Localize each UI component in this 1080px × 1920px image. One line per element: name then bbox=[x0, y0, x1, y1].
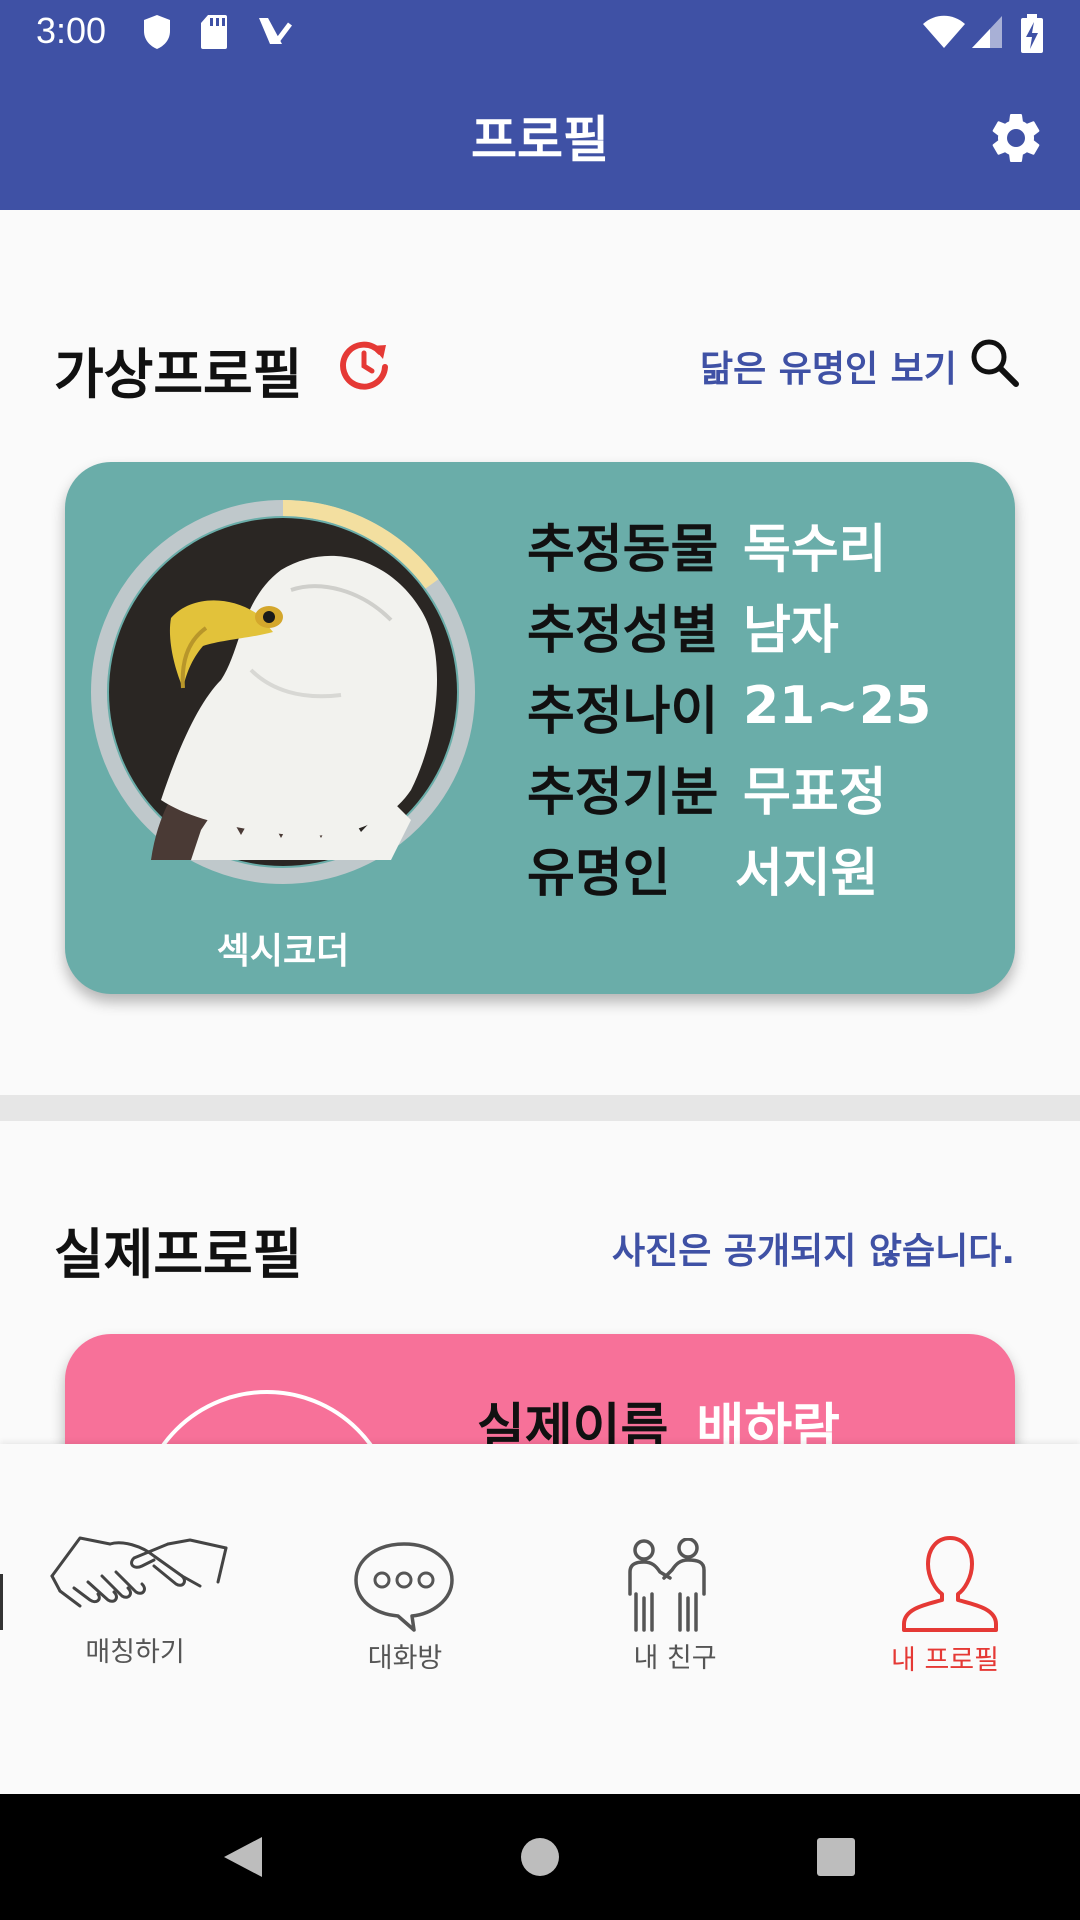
wifi-icon bbox=[923, 15, 965, 48]
task-check-icon bbox=[259, 18, 292, 44]
person-icon bbox=[902, 1536, 998, 1632]
status-bar: 3:00 bbox=[0, 0, 1080, 63]
status-time: 3:00 bbox=[36, 10, 107, 51]
chat-bubble-icon bbox=[354, 1542, 454, 1632]
info-row-gender: 추정성별 남자 bbox=[527, 589, 839, 661]
bottom-navigation: 매칭하기 대화방 내 친구 내 프로필 bbox=[0, 1444, 1080, 1794]
info-value: 무표정 bbox=[743, 762, 887, 823]
section-divider bbox=[0, 1095, 1080, 1121]
recents-square-icon[interactable] bbox=[800, 1794, 872, 1920]
handshake-icon bbox=[50, 1536, 228, 1608]
nav-label: 대화방 bbox=[367, 1643, 443, 1674]
info-row-animal: 추정동물 독수리 bbox=[527, 508, 887, 580]
real-profile-title: 실제프로필 bbox=[54, 1223, 303, 1286]
avatar bbox=[91, 500, 475, 884]
nav-label: 내 프로필 bbox=[891, 1645, 999, 1676]
info-label: 추정동물 bbox=[527, 519, 719, 580]
info-value: 남자 bbox=[743, 600, 839, 661]
battery-charging-icon bbox=[1021, 14, 1043, 53]
info-row-celebrity: 유명인 서지원 bbox=[527, 832, 879, 904]
page-title: 프로필 bbox=[471, 111, 609, 169]
nav-tab-my-profile[interactable]: 내 프로필 bbox=[810, 1444, 1080, 1794]
history-refresh-icon[interactable] bbox=[336, 336, 392, 392]
nav-tab-friends[interactable]: 내 친구 bbox=[540, 1444, 810, 1794]
sd-card-icon bbox=[201, 15, 227, 49]
back-triangle-icon[interactable] bbox=[206, 1794, 276, 1920]
info-row-age: 추정나이 21~25 bbox=[527, 670, 931, 742]
virtual-profile-title: 가상프로필 bbox=[54, 343, 303, 406]
info-label: 추정기분 bbox=[527, 762, 719, 823]
info-label: 추정나이 bbox=[527, 681, 719, 742]
scroll-edge-indicator bbox=[0, 1574, 3, 1630]
friends-icon bbox=[628, 1538, 706, 1632]
info-row-mood: 추정기분 무표정 bbox=[527, 751, 887, 823]
shield-icon bbox=[144, 15, 170, 49]
home-circle-icon[interactable] bbox=[504, 1794, 576, 1920]
info-value: 21~25 bbox=[743, 676, 932, 736]
profile-screen: 3:00 프로필 가상프로필 닮은 유명인 보기 섹시코더 추정동물 독수리 추… bbox=[0, 0, 1080, 1920]
nav-tab-chat[interactable]: 대화방 bbox=[270, 1444, 540, 1794]
nickname: 섹시코더 bbox=[216, 931, 350, 972]
info-value: 독수리 bbox=[743, 519, 887, 580]
app-bar: 3:00 프로필 bbox=[0, 0, 1080, 210]
system-navigation-bar bbox=[0, 1794, 1080, 1920]
photo-privacy-note: 사진은 공개되지 않습니다. bbox=[612, 1231, 1016, 1272]
info-label: 유명인 bbox=[527, 843, 671, 904]
celebrity-lookup-link[interactable]: 닮은 유명인 보기 bbox=[700, 340, 957, 392]
virtual-profile-card: 섹시코더 추정동물 독수리 추정성별 남자 추정나이 21~25 추정기분 무표… bbox=[65, 462, 1015, 994]
settings-gear-icon[interactable] bbox=[986, 108, 1046, 168]
info-label: 추정성별 bbox=[527, 600, 719, 661]
nav-tab-matching[interactable]: 매칭하기 bbox=[0, 1444, 270, 1794]
nav-label: 매칭하기 bbox=[85, 1637, 185, 1668]
nav-label: 내 친구 bbox=[633, 1643, 717, 1674]
cell-signal-icon bbox=[972, 16, 1002, 48]
search-icon[interactable] bbox=[968, 336, 1020, 388]
info-value: 서지원 bbox=[735, 843, 879, 904]
